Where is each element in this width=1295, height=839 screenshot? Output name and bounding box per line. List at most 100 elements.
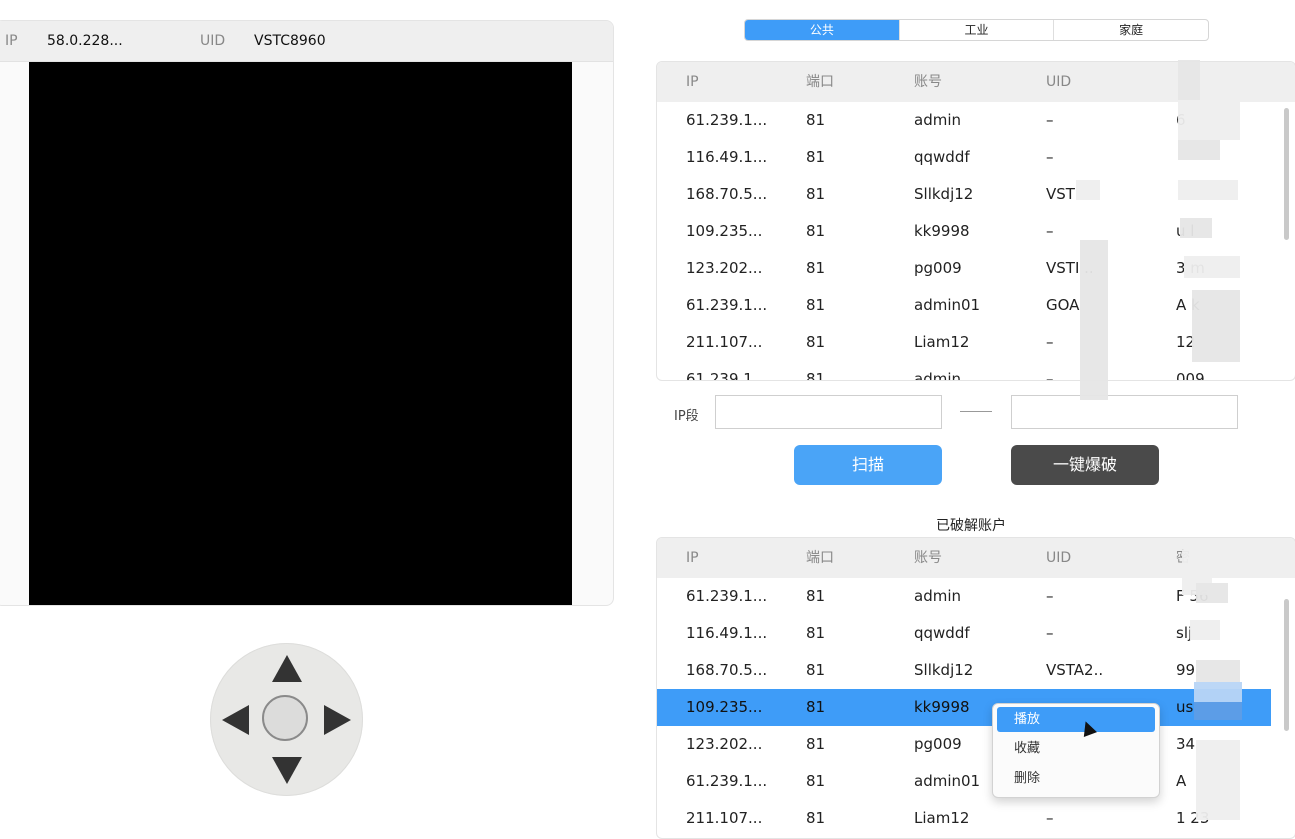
one-click-crack-button[interactable]: 一键爆破	[1011, 445, 1159, 485]
cell-port: 81	[806, 148, 826, 166]
cell-account: admin	[914, 370, 961, 381]
col-port[interactable]: 端口	[806, 538, 834, 578]
cell-port: 81	[806, 772, 826, 790]
cell-port: 81	[806, 587, 826, 605]
pixelated-region	[1178, 180, 1238, 200]
cell-port: 81	[806, 222, 826, 240]
cell-account: admin	[914, 587, 961, 605]
ptz-control	[210, 643, 363, 796]
cell-uid: –	[1046, 587, 1054, 605]
col-port[interactable]: 端口	[806, 62, 834, 102]
ptz-down-arrow-icon[interactable]	[272, 757, 302, 784]
pixelated-region	[1178, 100, 1240, 140]
cell-uid: –	[1046, 624, 1054, 642]
cell-ip: 61.239.1...	[686, 772, 768, 790]
video-view[interactable]	[29, 62, 572, 605]
cell-port: 81	[806, 698, 826, 716]
cell-ip: 116.49.1...	[686, 148, 768, 166]
cell-account: qqwddf	[914, 148, 970, 166]
ptz-right-arrow-icon[interactable]	[324, 705, 351, 735]
ip-range-end-input[interactable]	[1011, 395, 1238, 429]
cell-uid: VSTA2..	[1046, 661, 1104, 679]
cell-port: 81	[806, 259, 826, 277]
cell-account: admin	[914, 111, 961, 129]
cell-ip: 61.239.1...	[686, 111, 768, 129]
cell-uid: –	[1046, 809, 1054, 827]
cell-uid: –	[1046, 222, 1054, 240]
cell-port: 81	[806, 111, 826, 129]
cell-account: kk9998	[914, 222, 970, 240]
cell-password: 009	[1176, 370, 1205, 381]
cell-port: 81	[806, 333, 826, 351]
cell-password: 34	[1176, 735, 1196, 753]
table-row[interactable]: 61.239.1 81 admin – 009	[657, 361, 1295, 381]
camera-panel: IP 58.0.228... UID VSTC8960	[0, 20, 614, 606]
cell-password: 99	[1176, 661, 1196, 679]
ptz-center-button[interactable]	[262, 695, 308, 741]
context-menu-favorite[interactable]: 收藏	[997, 736, 1155, 761]
ptz-up-arrow-icon[interactable]	[272, 655, 302, 682]
cell-account: Sllkdj12	[914, 661, 974, 679]
col-account[interactable]: 账号	[914, 62, 942, 102]
cell-ip: 123.202...	[686, 259, 763, 277]
pixelated-region	[1192, 290, 1240, 362]
cell-ip: 116.49.1...	[686, 624, 768, 642]
cell-port: 81	[806, 185, 826, 203]
pixelated-region	[1178, 60, 1200, 100]
camera-ip-label: IP	[5, 33, 18, 49]
cell-account: kk9998	[914, 698, 970, 716]
cell-uid: GOA	[1046, 296, 1080, 314]
pixelated-region	[1178, 140, 1220, 160]
table-row[interactable]: 109.235... 81 kk9998 us	[657, 689, 1271, 726]
cell-ip: 168.70.5...	[686, 185, 768, 203]
cell-password: us	[1176, 698, 1194, 716]
cell-ip: 61.239.1...	[686, 587, 768, 605]
camera-uid-label: UID	[200, 33, 226, 49]
cell-port: 81	[806, 735, 826, 753]
cell-account: qqwddf	[914, 624, 970, 642]
cell-ip: 109.235...	[686, 698, 763, 716]
pixelated-region	[1180, 218, 1212, 238]
device-table-scrollbar[interactable]	[1284, 108, 1289, 240]
cell-account: Sllkdj12	[914, 185, 974, 203]
camera-info-bar: IP 58.0.228... UID VSTC8960	[0, 21, 613, 62]
cell-port: 81	[806, 661, 826, 679]
cell-uid: VST	[1046, 185, 1075, 203]
pixelated-region	[1196, 660, 1240, 682]
cell-port: 81	[806, 296, 826, 314]
cell-password: A	[1176, 772, 1187, 790]
pixelated-region	[1194, 682, 1242, 702]
ip-range-divider	[960, 411, 992, 412]
cell-account: admin01	[914, 296, 981, 314]
ip-range-start-input[interactable]	[715, 395, 942, 429]
context-menu: 播放 收藏 删除	[992, 703, 1160, 798]
cell-ip: 123.202...	[686, 735, 763, 753]
cell-ip: 211.107...	[686, 809, 763, 827]
cell-ip: 168.70.5...	[686, 661, 768, 679]
segment-home[interactable]: 家庭	[1053, 20, 1208, 40]
segment-industrial[interactable]: 工业	[898, 20, 1054, 40]
context-menu-delete[interactable]: 删除	[997, 766, 1155, 791]
col-uid[interactable]: UID	[1046, 62, 1071, 102]
col-account[interactable]: 账号	[914, 538, 942, 578]
cell-uid: –	[1046, 333, 1054, 351]
cell-account: pg009	[914, 735, 962, 753]
cell-uid: –	[1046, 148, 1054, 166]
cell-ip: 61.239.1	[686, 370, 753, 381]
context-menu-play[interactable]: 播放	[997, 707, 1155, 732]
ip-range-label: IP段	[674, 409, 699, 424]
cell-uid: –	[1046, 111, 1054, 129]
cracked-table-scrollbar[interactable]	[1284, 599, 1289, 731]
ptz-left-arrow-icon[interactable]	[222, 705, 249, 735]
cell-port: 81	[806, 809, 826, 827]
pixelated-region	[1190, 620, 1220, 640]
col-ip[interactable]: IP	[686, 538, 699, 578]
col-uid[interactable]: UID	[1046, 538, 1071, 578]
segment-public[interactable]: 公共	[745, 20, 899, 40]
cell-account: Liam12	[914, 809, 970, 827]
scan-button[interactable]: 扫描	[794, 445, 942, 485]
pixelated-region	[1196, 740, 1240, 820]
cell-account: Liam12	[914, 333, 970, 351]
cell-port: 81	[806, 624, 826, 642]
col-ip[interactable]: IP	[686, 62, 699, 102]
